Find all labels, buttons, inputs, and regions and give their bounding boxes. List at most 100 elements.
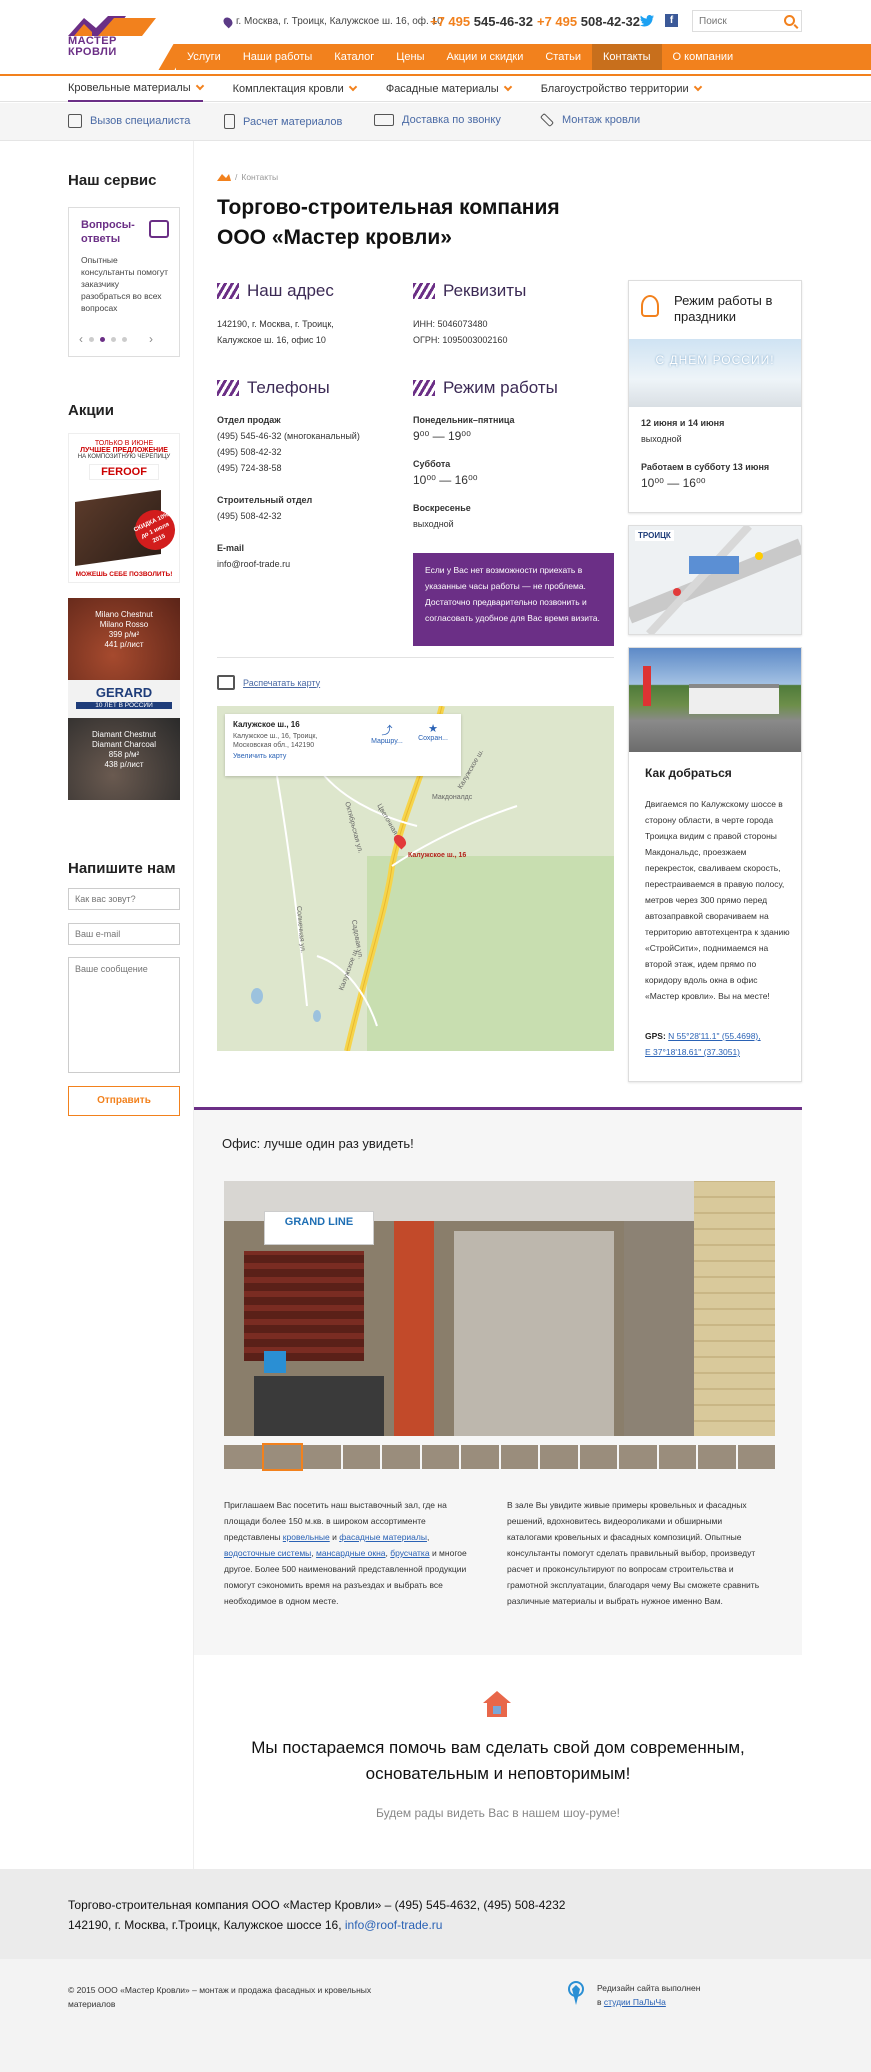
nav-item-services[interactable]: Услуги — [176, 44, 232, 70]
print-map-link[interactable]: Распечатать карту — [217, 675, 320, 690]
slider-next-icon[interactable]: › — [149, 332, 153, 346]
desk — [254, 1376, 384, 1436]
site-logo[interactable]: МАСТЕР КРОВЛИ — [68, 14, 158, 60]
route-scheme-label: ТРОИЦК — [635, 530, 674, 541]
slider-dot[interactable] — [111, 336, 116, 342]
thumbnail[interactable] — [382, 1445, 420, 1469]
address-line-1: 142190, г. Москва, г. Троицк, — [217, 319, 334, 329]
service-calc-label: Расчет материалов — [243, 115, 343, 128]
message-field[interactable] — [68, 957, 180, 1073]
nav-item-about[interactable]: О компании — [662, 44, 745, 70]
footer-email-link[interactable]: info@roof-trade.ru — [345, 1918, 443, 1932]
building-shape — [689, 684, 779, 714]
promo2-line-2: Milano Rosso — [99, 620, 149, 629]
gps-east[interactable]: E 37°18'18.61" (37.3051) — [645, 1044, 791, 1060]
sunday-heading: Воскресенье — [413, 503, 471, 513]
build-phone[interactable]: (495) 508-42-32 — [217, 508, 360, 524]
nav-item-contacts[interactable]: Контакты — [592, 44, 662, 70]
promo-banner-milano[interactable]: Milano Chestnut Milano Rosso 399 р/м² 44… — [68, 598, 180, 680]
search-box[interactable] — [692, 10, 802, 32]
route-scheme[interactable]: ТРОИЦК — [625, 523, 805, 637]
service-calc[interactable]: Расчет материалов — [224, 114, 342, 129]
gps-north[interactable]: N 55°28'11.1" (55.4698), — [668, 1031, 760, 1041]
sales-phone-1[interactable]: (495) 545-46-32 (многоканальный) — [217, 428, 360, 444]
email-link[interactable]: info@roof-trade.ru — [217, 556, 360, 572]
clipboard-icon — [68, 114, 82, 128]
stripes-icon — [217, 283, 239, 299]
thumbnail[interactable] — [303, 1445, 341, 1469]
home-logo-icon[interactable] — [217, 173, 231, 181]
address-heading: Наш адрес — [217, 281, 334, 301]
cat-item-landscape[interactable]: Благоустройство территории — [541, 76, 702, 102]
cta-heading-line-2: основательным и неповторимым! — [365, 1764, 631, 1783]
header-phone-2[interactable]: +7 495 508-42-32 — [537, 14, 640, 29]
thumbnail[interactable] — [224, 1445, 262, 1469]
studio-link[interactable]: студии ПаЛыЧа — [604, 1997, 666, 2007]
twitter-icon[interactable] — [640, 15, 654, 27]
link-roofing[interactable]: кровельные — [283, 1532, 330, 1542]
hours-heading: Режим работы — [413, 378, 558, 398]
promo2-line-4: 441 р/лист — [104, 640, 144, 649]
thumbnail[interactable] — [698, 1445, 736, 1469]
name-field[interactable] — [68, 888, 180, 910]
nav-item-works[interactable]: Наши работы — [232, 44, 323, 70]
header-phone-1[interactable]: +7 495 545-46-32 — [430, 14, 533, 29]
promo4-line-2: Diamant Charcoal — [91, 740, 157, 749]
studio-logo-icon[interactable] — [568, 1981, 584, 2007]
thumbnail[interactable] — [461, 1445, 499, 1469]
cat-item-facade[interactable]: Фасадные материалы — [386, 76, 512, 102]
nav-item-articles[interactable]: Статьи — [534, 44, 592, 70]
hours-block: Понедельник–пятница 9⁰⁰ — 19⁰⁰ Суббота 1… — [413, 412, 515, 532]
promo-banner-diamant[interactable]: Diamant Chestnut Diamant Charcoal 858 р/… — [68, 718, 180, 800]
send-button[interactable]: Отправить — [68, 1086, 180, 1116]
link-paving[interactable]: брусчатка — [390, 1548, 429, 1558]
promo1-main: ЛУЧШЕЕ ПРЕДЛОЖЕНИЕ — [80, 447, 168, 454]
promo-banner-feroof[interactable]: ТОЛЬКО В ИЮНЕ ЛУЧШЕЕ ПРЕДЛОЖЕНИЕ НА КОМП… — [68, 433, 180, 583]
service-specialist-label: Вызов специалиста — [90, 115, 191, 127]
map-route-button[interactable]: ⤴ Маршру... — [365, 722, 409, 745]
sales-phone-3[interactable]: (495) 724-38-58 — [217, 460, 360, 476]
map-label: Макдоналдс — [432, 794, 473, 801]
slider-dot[interactable] — [89, 336, 94, 342]
thumbnail[interactable] — [579, 1445, 617, 1469]
cat-item-roof-parts[interactable]: Комплектация кровли — [233, 76, 358, 102]
thumbnail[interactable] — [342, 1445, 380, 1469]
service-slider[interactable]: Вопросы-ответы Опытные консультанты помо… — [68, 207, 180, 357]
link-facade[interactable]: фасадные материалы — [339, 1532, 427, 1542]
chevron-down-icon — [348, 82, 358, 92]
thumbnail[interactable] — [540, 1445, 578, 1469]
nav-item-sales[interactable]: Акции и скидки — [436, 44, 535, 70]
email-field[interactable] — [68, 923, 180, 945]
nav-item-prices[interactable]: Цены — [385, 44, 435, 70]
link-attic[interactable]: мансардные окна — [316, 1548, 386, 1558]
facebook-icon[interactable]: f — [665, 14, 678, 27]
search-input[interactable] — [693, 11, 773, 32]
map-zoom-link[interactable]: Увеличить карту — [233, 753, 453, 760]
directions-text: Двигаемся по Калужскому шоссе в сторону … — [645, 799, 790, 1001]
sales-phone-2[interactable]: (495) 508-42-32 — [217, 444, 360, 460]
service-delivery[interactable]: Доставка по звонку — [374, 114, 501, 126]
copyright-line-2: материалов — [68, 1999, 116, 2009]
nav-item-catalog[interactable]: Каталог — [323, 44, 385, 70]
header-address-text: г. Москва, г. Троицк, Калужское ш. 16, о… — [236, 16, 443, 27]
phone-2-number: 508-42-32 — [580, 14, 641, 29]
thumbnail-active[interactable] — [261, 1443, 303, 1471]
map-route-label: Маршру... — [371, 738, 403, 745]
thumbnail[interactable] — [658, 1445, 696, 1469]
thumbnail[interactable] — [421, 1445, 459, 1469]
thumbnail[interactable] — [500, 1445, 538, 1469]
promo-banner-gerard[interactable]: GERARD 10 ЛЕТ В РОССИИ — [68, 680, 180, 718]
slider-prev-icon[interactable]: ‹ — [79, 332, 83, 346]
thumbnail[interactable] — [737, 1445, 775, 1469]
cat-item-roofing[interactable]: Кровельные материалы — [68, 76, 204, 102]
search-icon[interactable] — [784, 15, 795, 26]
service-install[interactable]: Монтаж кровли — [539, 112, 640, 128]
slider-dot[interactable] — [122, 336, 127, 342]
slider-dot-active[interactable] — [100, 336, 105, 342]
map[interactable]: Октябрьская ул. Цветочная ул. Макдоналдс… — [217, 706, 614, 1051]
link-drain[interactable]: водосточные системы — [224, 1548, 311, 1558]
thumbnail[interactable] — [619, 1445, 657, 1469]
map-save-button[interactable]: ★ Сохран... — [411, 722, 455, 742]
service-specialist[interactable]: Вызов специалиста — [68, 114, 190, 128]
office-photo[interactable]: GRAND LINE — [224, 1181, 775, 1436]
